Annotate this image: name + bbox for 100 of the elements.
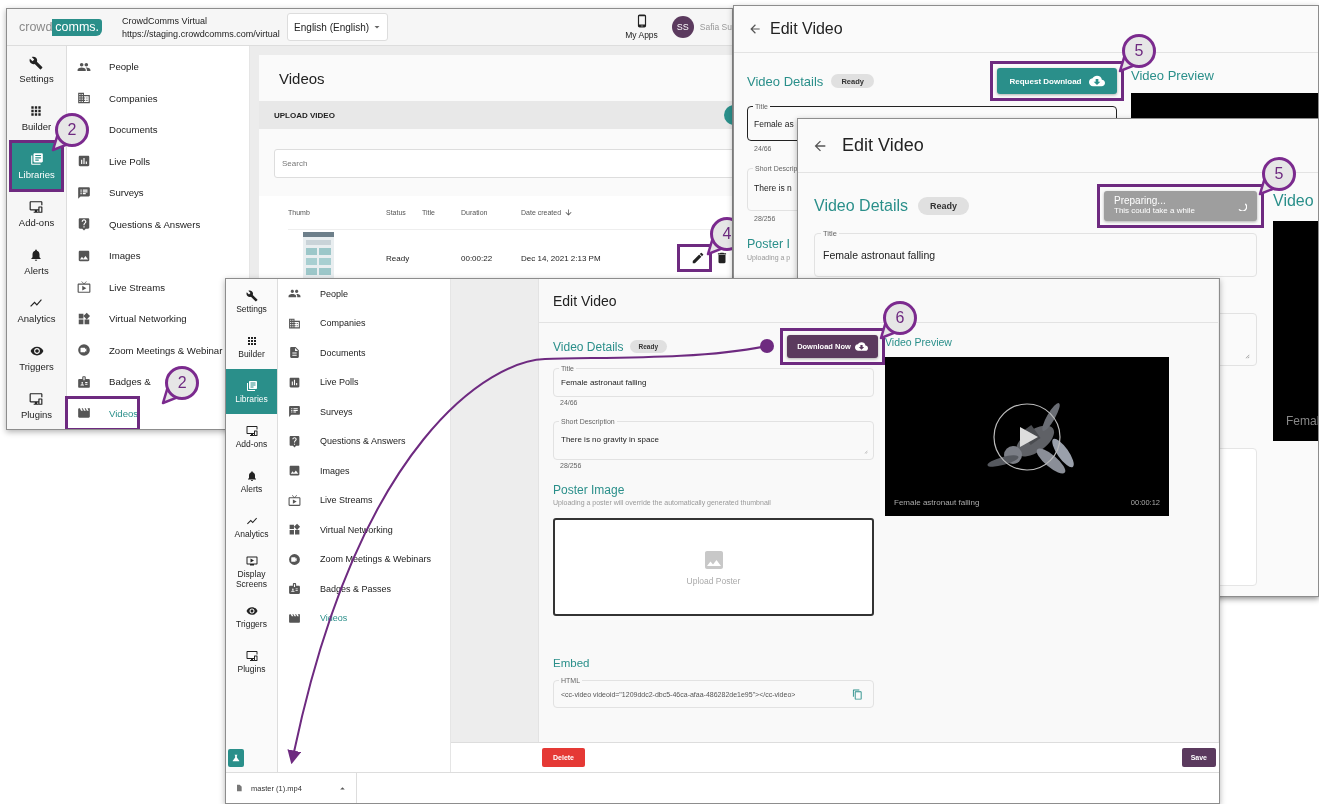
- rail-item[interactable]: Libraries: [226, 369, 277, 414]
- menu-item[interactable]: Surveys: [67, 177, 144, 209]
- rail-item[interactable]: Builder: [226, 324, 277, 369]
- monitor-icon: [245, 554, 258, 567]
- copy-button[interactable]: [852, 688, 863, 700]
- building-icon: [288, 316, 301, 330]
- menu-item[interactable]: Live Streams: [67, 271, 165, 303]
- rail-item[interactable]: Analytics: [15, 294, 58, 326]
- cloud-download-icon: [854, 340, 868, 353]
- rail-item[interactable]: Display Screens: [226, 549, 277, 594]
- grid-icon: [29, 104, 44, 118]
- menu-item[interactable]: Surveys: [278, 397, 450, 427]
- request-download-button[interactable]: Request Download: [997, 68, 1117, 94]
- image-icon: [77, 248, 91, 263]
- rail-item[interactable]: Triggers: [17, 342, 56, 374]
- grid-icon: [245, 334, 258, 347]
- rail-item[interactable]: Plugins: [18, 390, 55, 422]
- rail-item[interactable]: Settings: [17, 54, 56, 86]
- menu-item[interactable]: Virtual Networking: [67, 303, 187, 335]
- image-icon: [288, 464, 301, 478]
- monitor-icon: [245, 424, 258, 437]
- play-icon[interactable]: [992, 402, 1062, 472]
- rail-item[interactable]: Plugins: [226, 639, 277, 684]
- section-title: Video Details: [814, 197, 908, 215]
- menu-item[interactable]: Questions & Answers: [278, 426, 450, 456]
- my-apps-button[interactable]: My Apps: [625, 14, 658, 40]
- rail-item[interactable]: Alerts: [226, 459, 277, 504]
- language-dropdown[interactable]: English (English): [287, 13, 389, 41]
- menu-item[interactable]: Images: [67, 240, 141, 272]
- menu-item[interactable]: Documents: [278, 338, 450, 368]
- monitor-icon: [29, 392, 44, 406]
- event-name: CrowdComms Virtual: [122, 15, 208, 26]
- menu-item[interactable]: Companies: [278, 308, 450, 338]
- blocks-icon: [288, 523, 301, 537]
- table-cell-text: 00:00:22: [461, 252, 494, 265]
- menu-item[interactable]: Badges &: [67, 366, 151, 398]
- delete-button[interactable]: [715, 251, 729, 265]
- monitor-icon: [245, 649, 258, 662]
- event-url: https://staging.crowdcomms.com/virtual: [122, 28, 281, 39]
- question-icon: [288, 434, 301, 448]
- rail-item[interactable]: Triggers: [226, 594, 277, 639]
- bell-icon: [29, 248, 44, 262]
- monitor-icon: [29, 200, 44, 214]
- menu-item[interactable]: Videos: [67, 400, 139, 426]
- bell-icon: [245, 469, 258, 482]
- trash-icon: [715, 251, 729, 265]
- cloud-download-icon: [1088, 73, 1105, 89]
- camera-icon: [288, 552, 301, 566]
- window-title: Edit Video: [842, 135, 924, 156]
- menu-item[interactable]: Companies: [67, 82, 158, 114]
- menu-item[interactable]: Questions & Answers: [67, 208, 201, 240]
- menu-item[interactable]: Zoom Meetings & Webinar: [67, 334, 223, 366]
- status-chip: Ready: [918, 197, 969, 215]
- building-icon: [77, 91, 91, 106]
- rail-item[interactable]: Add-ons: [226, 414, 277, 459]
- sort-arrow-icon: [564, 208, 574, 217]
- chat-icon: [288, 405, 301, 419]
- tv-icon: [77, 280, 91, 295]
- menu-item[interactable]: People: [67, 51, 139, 83]
- menu-item[interactable]: People: [278, 279, 450, 309]
- pencil-icon: [691, 251, 705, 265]
- rail-item[interactable]: Analytics: [226, 504, 277, 549]
- video-caption: Femal: [1286, 414, 1318, 428]
- tv-icon: [288, 493, 301, 507]
- flask-button[interactable]: [228, 749, 244, 767]
- flask-icon: [231, 753, 241, 763]
- menu-item[interactable]: Documents: [109, 114, 158, 146]
- blocks-icon: [77, 311, 91, 326]
- badge-icon: [77, 374, 91, 389]
- wrench-icon: [245, 289, 258, 302]
- back-arrow-icon: [748, 22, 762, 36]
- rail-item[interactable]: Alerts: [22, 246, 51, 278]
- table-cell-text: Dec 14, 2021 2:13 PM: [521, 252, 602, 265]
- menu-item[interactable]: Images: [278, 456, 450, 486]
- badge-icon: [288, 582, 301, 596]
- rail-item[interactable]: Add-ons: [16, 198, 57, 230]
- wrench-icon: [29, 56, 44, 70]
- avatar[interactable]: SS: [671, 16, 694, 38]
- menu-item[interactable]: Live Polls: [278, 367, 450, 397]
- eye-icon: [245, 604, 258, 617]
- rail-item[interactable]: Settings: [226, 279, 277, 324]
- back-button[interactable]: [748, 22, 762, 36]
- edit-button[interactable]: [691, 251, 705, 265]
- upload-bar[interactable]: UPLOAD VIDEO: [259, 101, 732, 129]
- clapper-icon: [288, 611, 301, 625]
- copy-icon: [852, 688, 863, 700]
- clapper-icon: [77, 406, 91, 421]
- search-field[interactable]: Search: [274, 149, 732, 178]
- camera-icon: [77, 343, 91, 358]
- page-title: Videos: [279, 69, 325, 87]
- question-icon: [77, 217, 91, 232]
- section-title: Embed: [553, 656, 591, 670]
- stacked-pages-icon: [29, 152, 44, 166]
- bar-chart-icon: [77, 154, 91, 169]
- table-cell-text: Ready: [386, 252, 411, 265]
- window-title: Edit Video: [770, 20, 843, 38]
- menu-item[interactable]: Live Streams: [278, 485, 450, 515]
- video-caption: Female astronaut falling: [894, 498, 980, 507]
- user-name: Safia Su: [699, 22, 732, 32]
- eye-icon: [29, 344, 44, 358]
